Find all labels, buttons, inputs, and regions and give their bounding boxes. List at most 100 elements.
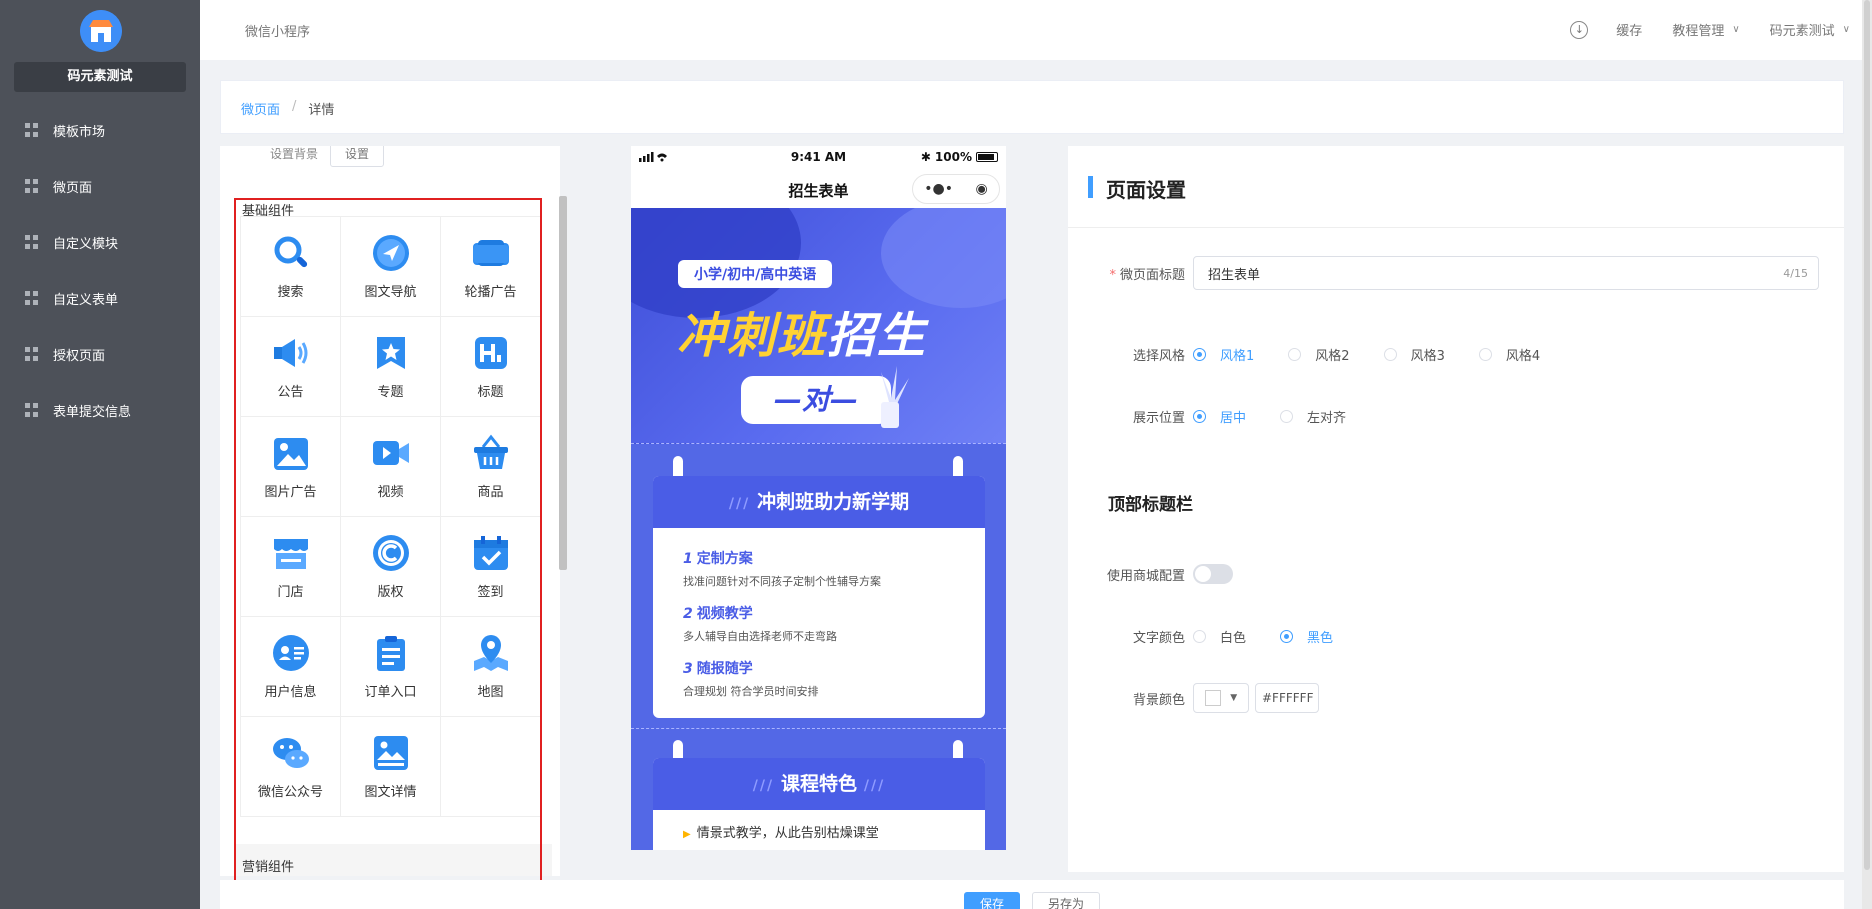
user-menu-label: 码元素测试 bbox=[1769, 24, 1835, 39]
component-copyright[interactable]: 版权 bbox=[341, 517, 441, 617]
components-scrollbar[interactable] bbox=[559, 196, 567, 570]
component-carousel[interactable]: 轮播广告 bbox=[441, 217, 541, 317]
radio-label: 居中 bbox=[1220, 411, 1247, 426]
more-icon[interactable]: •●• bbox=[924, 181, 953, 197]
bg-color-label: 背景颜色 bbox=[1132, 692, 1185, 708]
carousel-icon bbox=[471, 233, 511, 273]
component-order-entry[interactable]: 订单入口 bbox=[341, 617, 441, 717]
position-row: 展示位置 居中 左对齐 bbox=[1068, 407, 1380, 426]
position-label: 展示位置 bbox=[1132, 411, 1185, 426]
component-nav[interactable]: 图文导航 bbox=[341, 217, 441, 317]
style-option-1[interactable]: 风格1 bbox=[1193, 345, 1254, 364]
advantages-card-header: /// 冲刺班助力新学期 bbox=[653, 476, 985, 528]
save-button[interactable]: 保存 bbox=[964, 892, 1020, 909]
position-option-left[interactable]: 左对齐 bbox=[1280, 407, 1346, 426]
component-map[interactable]: 地图 bbox=[441, 617, 541, 717]
tutorial-menu[interactable]: 教程管理 ∨ bbox=[1672, 20, 1739, 39]
caret-down-icon: ▼ bbox=[1230, 693, 1238, 703]
sidebar-item-form-submissions[interactable]: 表单提交信息 bbox=[0, 382, 200, 438]
copyright-icon bbox=[371, 533, 411, 573]
sidebar: 码元素测试 模板市场 微页面 自定义模块 自定义表单 授权页面 表单提交信息 bbox=[0, 0, 200, 909]
feature-desc: 多人辅导自由选择老师不走弯路 bbox=[683, 630, 837, 643]
component-label: 用户信息 bbox=[264, 685, 317, 700]
style-row: 选择风格 风格1 风格2 风格3 风格4 bbox=[1068, 345, 1574, 364]
map-pin-icon bbox=[471, 633, 511, 673]
bg-color-picker[interactable]: ▼ bbox=[1193, 683, 1249, 713]
use-mall-toggle[interactable] bbox=[1193, 564, 1233, 584]
breadcrumb-link-micro-page[interactable]: 微页面 bbox=[241, 99, 280, 118]
style-option-3[interactable]: 风格3 bbox=[1383, 345, 1445, 364]
radio-label: 风格3 bbox=[1410, 349, 1445, 364]
poster-hero: 小学/初中/高中英语 冲刺班招生 —对— bbox=[631, 208, 1006, 444]
user-card-icon bbox=[271, 633, 311, 673]
color-swatch bbox=[1204, 690, 1221, 706]
video-icon bbox=[371, 433, 411, 473]
mini-program-nav-bar: 招生表单 •●• ◉ bbox=[631, 168, 1006, 208]
radio-dot bbox=[1280, 410, 1294, 423]
background-setting-button[interactable]: 设置 bbox=[330, 146, 385, 167]
image-icon bbox=[271, 433, 311, 473]
basket-icon bbox=[471, 433, 511, 473]
text-color-white[interactable]: 白色 bbox=[1193, 627, 1246, 646]
sidebar-item-micro-page[interactable]: 微页面 bbox=[0, 158, 200, 214]
component-label: 视频 bbox=[377, 485, 404, 500]
component-label: 图片广告 bbox=[264, 485, 317, 500]
sidebar-item-custom-module[interactable]: 自定义模块 bbox=[0, 214, 200, 270]
page-scrollbar[interactable] bbox=[1862, 0, 1872, 909]
page-title-input[interactable]: 招生表单 4/15 bbox=[1193, 256, 1819, 290]
component-search[interactable]: 搜索 bbox=[241, 217, 341, 317]
download-icon[interactable]: ↓ bbox=[1570, 20, 1589, 39]
basic-components-grid: 搜索 图文导航 轮播广告 公告 专题 标题 图片广告 视频 商品 门店 版权 签… bbox=[240, 216, 541, 817]
mini-program-capsule[interactable]: •●• ◉ bbox=[912, 174, 1000, 204]
component-checkin[interactable]: 签到 bbox=[441, 517, 541, 617]
page-title-row: * 微页面标题 招生表单 4/15 bbox=[1068, 256, 1819, 290]
required-mark: * bbox=[1109, 267, 1116, 283]
wechat-icon bbox=[271, 733, 311, 773]
component-picture-detail[interactable]: 图文详情 bbox=[341, 717, 441, 817]
text-color-black[interactable]: 黑色 bbox=[1280, 627, 1333, 646]
sidebar-item-label: 模板市场 bbox=[53, 124, 106, 140]
component-notice[interactable]: 公告 bbox=[241, 317, 341, 417]
style-option-4[interactable]: 风格4 bbox=[1478, 345, 1540, 364]
component-user-info[interactable]: 用户信息 bbox=[241, 617, 341, 717]
component-label: 搜索 bbox=[277, 285, 304, 300]
decor-blob bbox=[881, 208, 1006, 308]
position-option-center[interactable]: 居中 bbox=[1193, 407, 1246, 426]
topbar-section-title: 顶部标题栏 bbox=[1108, 495, 1193, 515]
radio-label: 风格2 bbox=[1315, 349, 1350, 364]
user-menu[interactable]: 码元素测试 ∨ bbox=[1770, 20, 1850, 39]
component-topic[interactable]: 专题 bbox=[341, 317, 441, 417]
grid-icon bbox=[25, 179, 39, 193]
sidebar-item-template-market[interactable]: 模板市场 bbox=[0, 102, 200, 158]
component-label: 图文导航 bbox=[364, 285, 417, 300]
top-bar: 微信小程序 ↓ 缓存 教程管理 ∨ 码元素测试 ∨ bbox=[200, 0, 1872, 60]
component-goods[interactable]: 商品 bbox=[441, 417, 541, 517]
sidebar-item-custom-form[interactable]: 自定义表单 bbox=[0, 270, 200, 326]
breadcrumb: 微页面 / 详情 bbox=[241, 99, 334, 118]
save-as-button[interactable]: 另存为 bbox=[1032, 892, 1100, 909]
component-wechat-official[interactable]: 微信公众号 bbox=[241, 717, 341, 817]
style-option-2[interactable]: 风格2 bbox=[1288, 345, 1350, 364]
component-store[interactable]: 门店 bbox=[241, 517, 341, 617]
close-circle-icon[interactable]: ◉ bbox=[976, 181, 988, 197]
grid-icon bbox=[25, 291, 39, 305]
feature-title: 定制方案 bbox=[696, 551, 753, 567]
breadcrumb-separator: / bbox=[292, 99, 297, 114]
page-title-label: * 微页面标题 bbox=[1068, 264, 1185, 283]
feature-heading: 3 随报随学 bbox=[683, 658, 819, 678]
course-feature-line: ▶ 情景式教学，从此告别枯燥课堂 bbox=[683, 822, 879, 841]
component-video[interactable]: 视频 bbox=[341, 417, 441, 517]
calendar-check-icon bbox=[471, 533, 511, 573]
grid-icon bbox=[25, 123, 39, 137]
poster-preview[interactable]: 小学/初中/高中英语 冲刺班招生 —对— /// 冲刺班助力新学期 1 定制方案 … bbox=[631, 208, 1006, 850]
decor-slashes: /// bbox=[752, 778, 781, 794]
component-image-ad[interactable]: 图片广告 bbox=[241, 417, 341, 517]
component-heading[interactable]: 标题 bbox=[441, 317, 541, 417]
bg-color-hex-input[interactable]: #FFFFFF bbox=[1255, 683, 1319, 713]
radio-label: 白色 bbox=[1220, 631, 1247, 646]
sidebar-item-auth-page[interactable]: 授权页面 bbox=[0, 326, 200, 382]
cache-button[interactable]: 缓存 bbox=[1616, 20, 1642, 39]
bluetooth-icon: ✱ bbox=[920, 150, 931, 164]
phone-preview: 9:41 AM ✱ 100% 招生表单 •●• ◉ 小学/初中/高中英语 冲刺班… bbox=[631, 146, 1006, 850]
feature-number: 2 bbox=[683, 606, 693, 622]
